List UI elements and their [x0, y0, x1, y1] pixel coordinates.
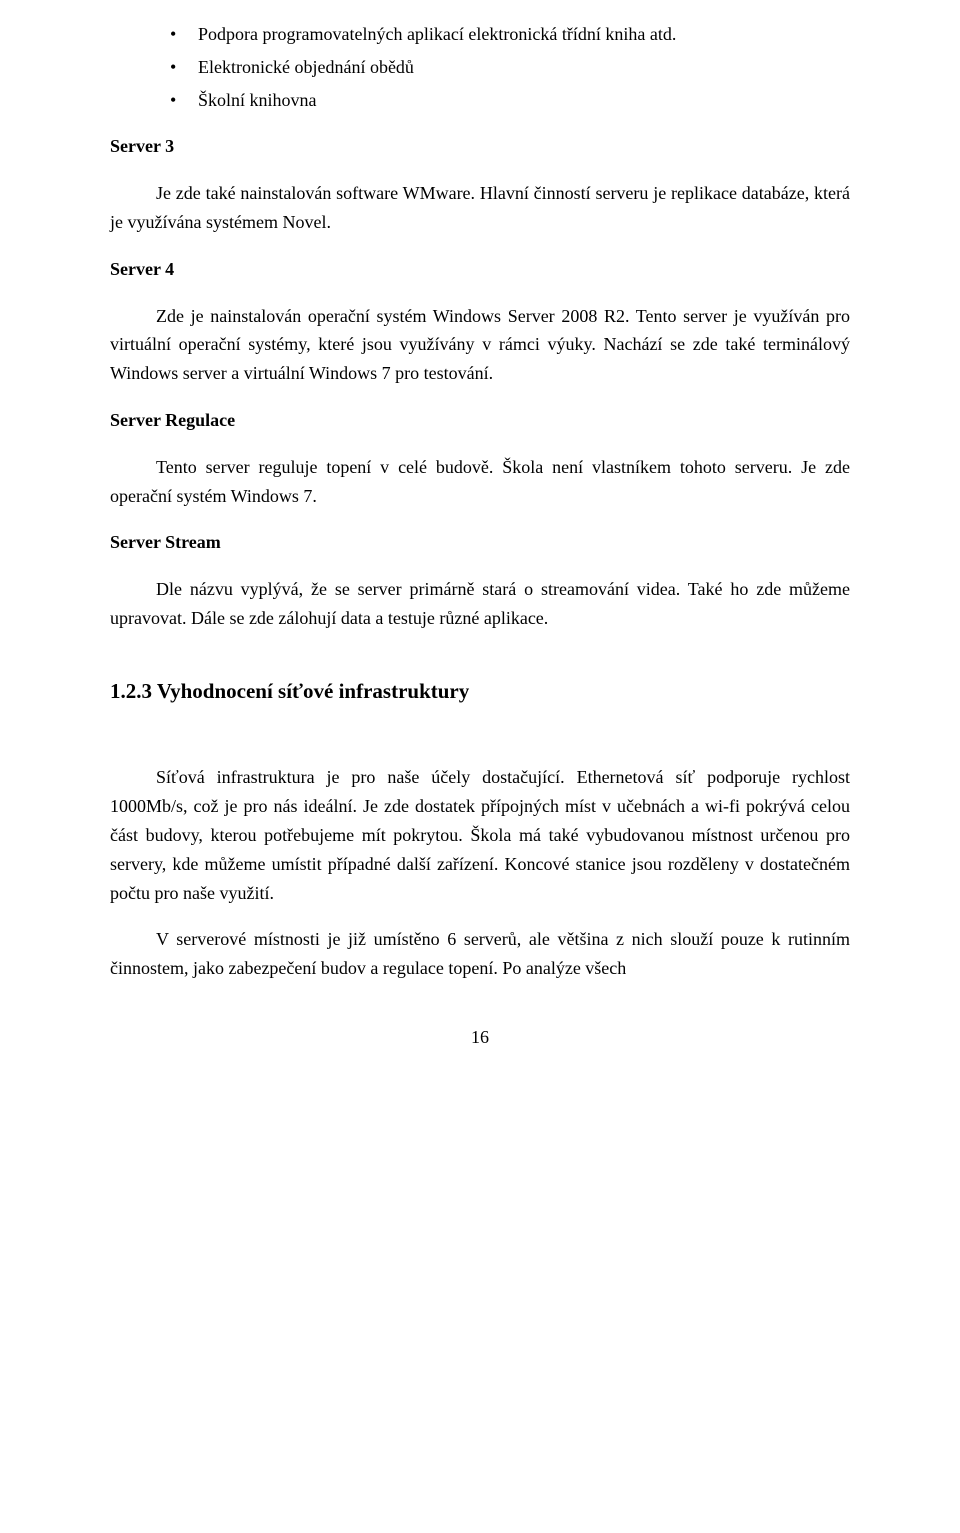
section-123-paragraph1: Síťová infrastruktura je pro naše účely … — [110, 763, 850, 907]
bullet-text: Podpora programovatelných aplikací elekt… — [198, 24, 676, 44]
page-number: 16 — [110, 1023, 850, 1052]
server-stream-heading: Server Stream — [110, 528, 850, 557]
section-123-paragraph2: V serverové místnosti je již umístěno 6 … — [110, 925, 850, 983]
bullet-text: Školní knihovna — [198, 90, 317, 110]
server-regulace-heading: Server Regulace — [110, 406, 850, 435]
bullet-text: Elektronické objednání obědů — [198, 57, 414, 77]
section-123-heading: 1.2.3 Vyhodnocení síťové infrastruktury — [110, 675, 850, 709]
bullet-list: Podpora programovatelných aplikací elekt… — [170, 20, 850, 114]
server3-paragraph: Je zde také nainstalován software WMware… — [110, 179, 850, 237]
server-stream-paragraph: Dle názvu vyplývá, že se server primárně… — [110, 575, 850, 633]
server4-paragraph: Zde je nainstalován operační systém Wind… — [110, 302, 850, 388]
bullet-item: Elektronické objednání obědů — [170, 53, 850, 82]
server4-heading: Server 4 — [110, 255, 850, 284]
bullet-item: Podpora programovatelných aplikací elekt… — [170, 20, 850, 49]
server-regulace-paragraph: Tento server reguluje topení v celé budo… — [110, 453, 850, 511]
bullet-item: Školní knihovna — [170, 86, 850, 115]
server3-heading: Server 3 — [110, 132, 850, 161]
